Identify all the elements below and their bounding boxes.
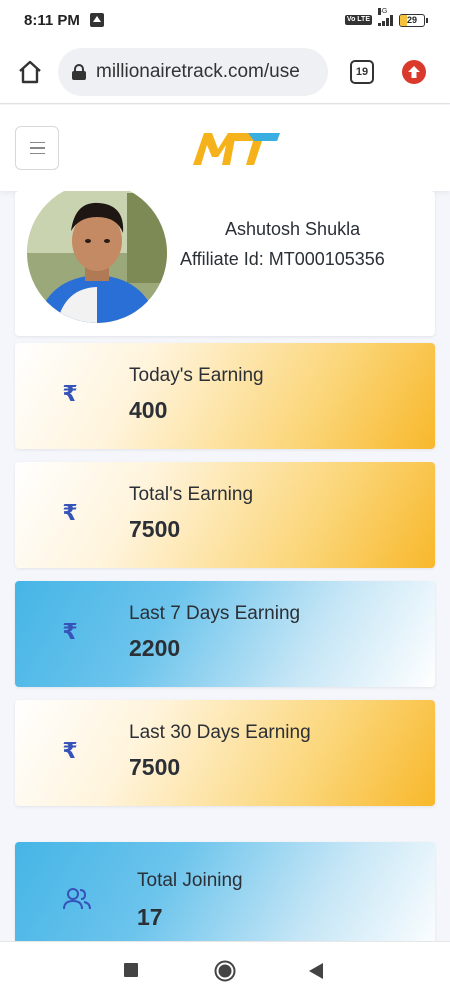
status-time: 8:11 PM xyxy=(24,11,80,29)
stat-card-last-7-days: ₹ Last 7 Days Earning 2200 xyxy=(15,581,435,687)
dashboard-content: Ashutosh Shukla Affiliate Id: MT00010535… xyxy=(0,191,450,941)
rupee-icon: ₹ xyxy=(62,738,78,763)
affiliate-id: Affiliate Id: MT000105356 xyxy=(180,249,385,269)
rupee-icon: ₹ xyxy=(62,381,78,406)
battery-fill xyxy=(400,14,407,26)
battery-icon: 29 xyxy=(399,13,428,27)
tab-count: 19 xyxy=(355,65,369,78)
stat-card-last-30-days: ₹ Last 30 Days Earning 7500 xyxy=(15,700,435,806)
address-bar[interactable]: millionairetrack.com/use xyxy=(58,47,328,96)
stat-card-total-joining: Total Joining 17 xyxy=(15,842,435,941)
update-arrow-icon[interactable] xyxy=(402,59,426,84)
stat-label: Total Joining xyxy=(137,870,243,891)
status-bar: 8:11 PM Vo LTE 4G 29 xyxy=(0,0,450,40)
battery-level: 29 xyxy=(406,15,417,25)
url-text: millionairetrack.com/use xyxy=(96,60,300,82)
profile-card: Ashutosh Shukla Affiliate Id: MT00010535… xyxy=(15,191,435,336)
profile-name: Ashutosh Shukla xyxy=(225,219,361,239)
volte-icon: Vo LTE xyxy=(344,15,372,25)
stat-label: Last 7 Days Earning xyxy=(129,603,301,624)
stat-label: Last 30 Days Earning xyxy=(129,722,311,743)
tabs-icon[interactable]: 19 xyxy=(350,59,374,84)
avatar xyxy=(27,191,167,323)
status-left: 8:11 PM xyxy=(24,12,104,29)
stat-label: Total's Earning xyxy=(129,484,254,505)
site-header: MT xyxy=(0,105,450,191)
stat-card-todays-earning: ₹ Today's Earning 400 xyxy=(15,343,435,449)
home-icon[interactable] xyxy=(16,58,44,86)
stat-value: 7500 xyxy=(129,516,181,542)
site-logo[interactable]: MT xyxy=(190,127,284,171)
rupee-icon: ₹ xyxy=(62,500,78,525)
system-navigation-bar xyxy=(0,941,450,1000)
stat-value: 7500 xyxy=(129,754,181,780)
status-right: Vo LTE 4G 29 xyxy=(344,8,428,27)
stat-value: 400 xyxy=(129,397,168,423)
stat-card-total-earning: ₹ Total's Earning 7500 xyxy=(15,462,435,568)
rupee-icon: ₹ xyxy=(62,619,78,644)
network-type-label: 4G xyxy=(378,8,388,15)
browser-toolbar: millionairetrack.com/use 19 xyxy=(0,40,450,104)
upload-icon xyxy=(89,13,104,27)
users-icon xyxy=(63,887,91,913)
lock-icon xyxy=(72,63,86,80)
stat-label: Today's Earning xyxy=(129,365,264,386)
recents-square-icon[interactable] xyxy=(124,963,138,982)
back-triangle-icon[interactable] xyxy=(309,963,323,984)
signal-icon: 4G xyxy=(378,8,393,26)
stat-value: 2200 xyxy=(129,635,181,661)
home-circle-icon[interactable] xyxy=(214,960,236,987)
hamburger-menu-icon[interactable] xyxy=(15,126,59,170)
stat-value: 17 xyxy=(137,904,163,930)
